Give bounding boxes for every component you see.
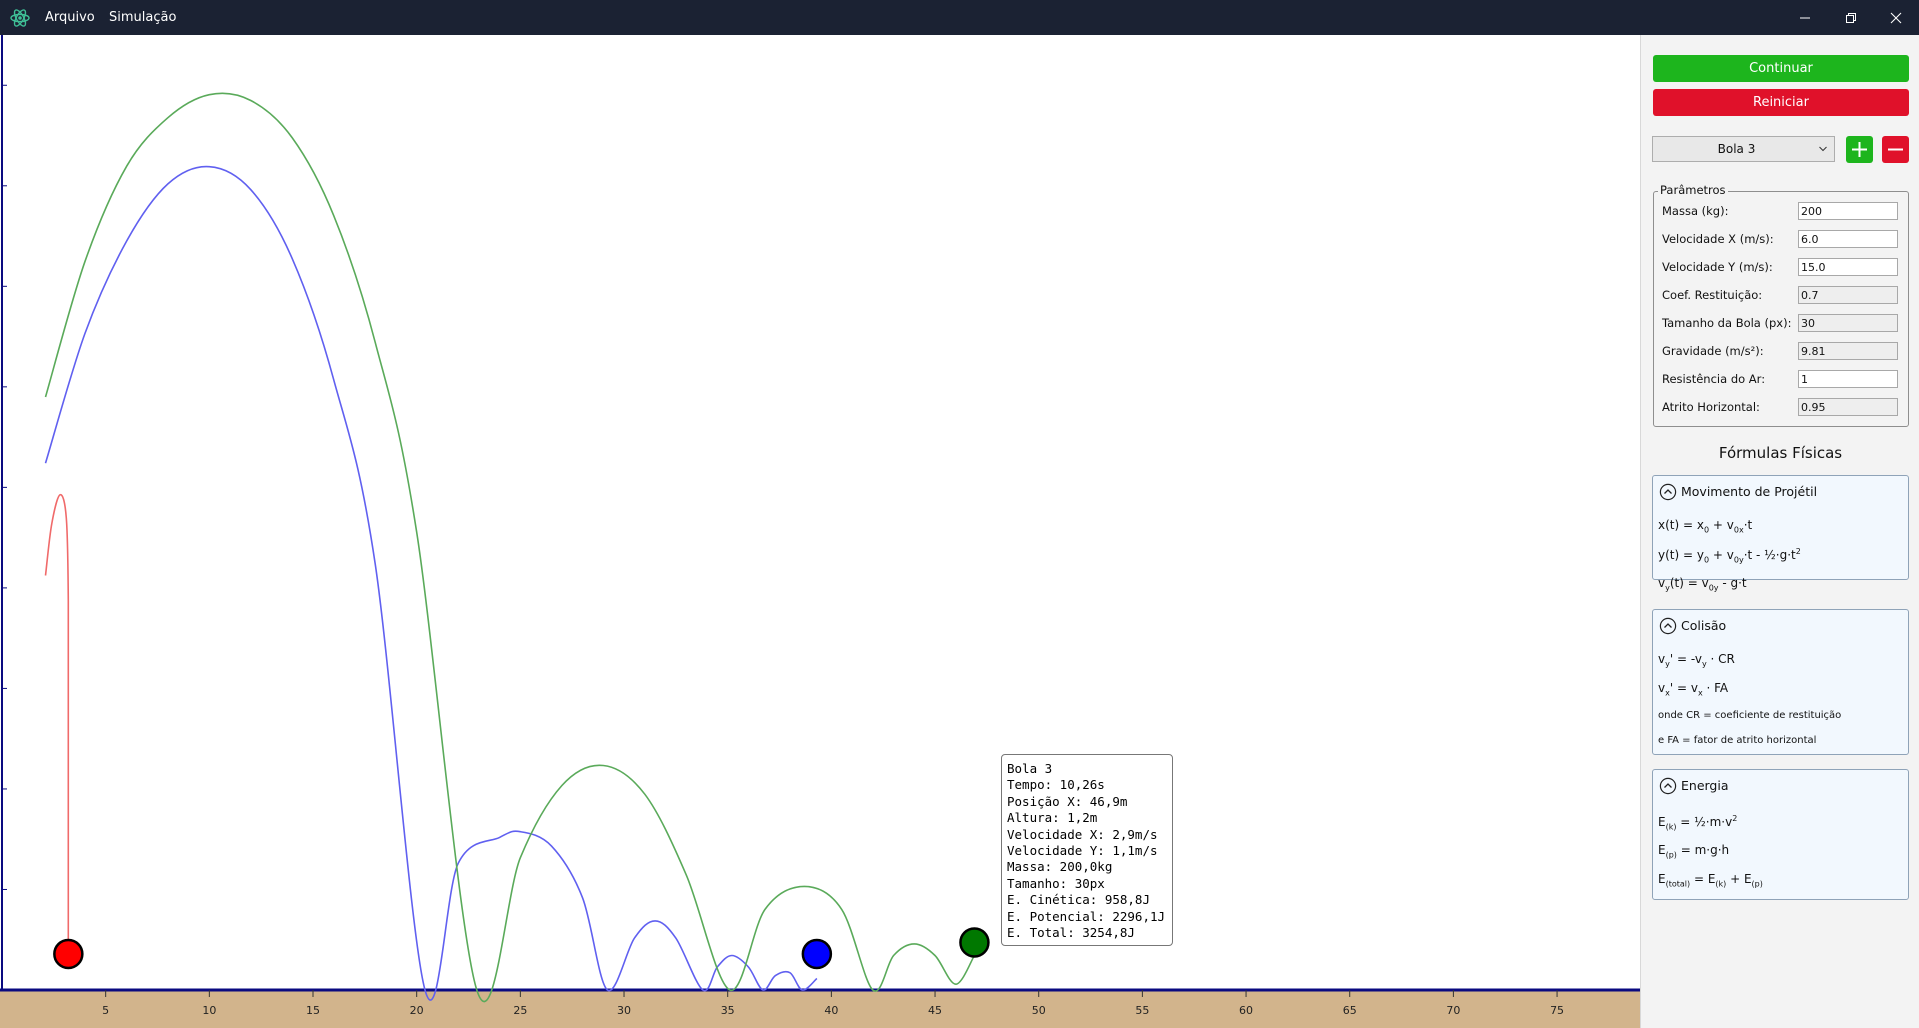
x-tick-label: 55 [1135, 1004, 1149, 1017]
x-tick-label: 30 [617, 1004, 631, 1017]
restore-icon [1846, 13, 1856, 23]
minimize-button[interactable] [1782, 0, 1828, 35]
minus-icon [1888, 148, 1903, 151]
continue-button[interactable]: Continuar [1653, 55, 1909, 82]
minimize-icon [1800, 17, 1810, 19]
parameters-legend: Parâmetros [1658, 183, 1728, 197]
tooltip-line: Tempo: 10,26s [1007, 777, 1105, 793]
tooltip-line: Posição X: 46,9m [1007, 793, 1128, 809]
x-tick-label: 15 [306, 1004, 320, 1017]
atom-icon [10, 9, 30, 27]
tooltip-line: E. Potencial: 2296,1J [1007, 908, 1166, 924]
ball-select-value: Bola 3 [1717, 142, 1756, 156]
x-tick-label: 65 [1343, 1004, 1357, 1017]
tooltip-line: Altura: 1,2m [1007, 810, 1098, 826]
param-label: Coef. Restituição: [1662, 288, 1763, 302]
param-label: Velocidade Y (m/s): [1662, 260, 1773, 274]
menu-simulacao[interactable]: Simulação [109, 0, 176, 35]
formula-card-title: Movimento de Projétil [1681, 484, 1818, 499]
param-label: Velocidade X (m/s): [1662, 232, 1774, 246]
menu-arquivo[interactable]: Arquivo [45, 0, 95, 35]
tooltip-title: Bola 3 [1007, 761, 1053, 776]
formula-card-energy: Energia E(k) = ½·m·v2 E(p) = m·g·h E(tot… [1652, 769, 1909, 900]
ball-2 [801, 938, 833, 970]
x-tick-label: 45 [928, 1004, 942, 1017]
formula-card-title: Energia [1681, 778, 1729, 793]
ball-select[interactable]: Bola 3 [1652, 136, 1835, 162]
x-tick-label: 35 [721, 1004, 735, 1017]
formula-card-collision: Colisão vy' = -vy · CR vx' = vx · FA ond… [1652, 609, 1909, 755]
formulas-title: Fórmulas Físicas [1718, 444, 1843, 462]
restore-button[interactable] [1828, 0, 1874, 35]
formula-position-y: y(t) = y0 + v0y·t - ½·g·t2 [1658, 547, 1801, 565]
formula-total-energy: E(total) = E(k) + E(p) [1658, 872, 1763, 889]
param-row: Massa (kg): [1654, 202, 1910, 222]
formula-collision-vx: vx' = vx · FA [1658, 681, 1729, 698]
x-tick-label: 20 [410, 1004, 424, 1017]
ground [0, 990, 1640, 1028]
param-row: Coef. Restituição: [1654, 286, 1910, 306]
param-input[interactable] [1798, 230, 1898, 248]
remove-ball-button[interactable] [1882, 136, 1909, 163]
formula-note-cr: onde CR = coeficiente de restituição [1658, 710, 1842, 721]
param-input[interactable] [1798, 202, 1898, 220]
parameters-group: Parâmetros Massa (kg): Velocidade X (m/s)… [1653, 183, 1910, 427]
add-ball-button[interactable] [1846, 136, 1873, 163]
formula-kinetic-energy: E(k) = ½·m·v2 [1658, 814, 1738, 832]
param-input[interactable] [1798, 342, 1898, 360]
tooltip-line: Velocidade Y: 1,1m/s [1007, 843, 1158, 859]
param-row: Atrito Horizontal: [1654, 398, 1910, 418]
collapse-icon [1659, 777, 1677, 795]
param-row: Tamanho da Bola (px): [1654, 314, 1910, 334]
simulation-canvas: 5 10 15 20 25 30 35 40 45 50 55 60 65 70 75 [0, 35, 1640, 1028]
x-tick-label: 75 [1550, 1004, 1564, 1017]
param-row: Resistência do Ar: [1654, 370, 1910, 390]
x-tick-label: 60 [1239, 1004, 1253, 1017]
tooltip-line: Velocidade X: 2,9m/s [1007, 826, 1158, 842]
close-icon [1890, 12, 1902, 24]
ball-1 [53, 938, 84, 970]
tooltip-line: Massa: 200,0kg [1007, 859, 1113, 875]
tooltip-line: E. Total: 3254,8J [1007, 925, 1135, 941]
x-tick-label: 70 [1446, 1004, 1460, 1017]
param-label: Massa (kg): [1662, 204, 1729, 218]
chevron-down-icon [1819, 146, 1827, 152]
param-row: Gravidade (m/s²): [1654, 342, 1910, 362]
formula-collision-vy: vy' = -vy · CR [1658, 652, 1735, 669]
restart-button[interactable]: Reiniciar [1653, 89, 1909, 116]
param-row: Velocidade Y (m/s): [1654, 258, 1910, 278]
tooltip-line: Tamanho: 30px [1007, 875, 1105, 891]
ball-3 [959, 927, 990, 958]
formula-card-projectile: Movimento de Projétil x(t) = x0 + v0x·t … [1652, 475, 1909, 592]
tooltip-line: E. Cinética: 958,8J [1007, 892, 1150, 908]
x-tick-label: 50 [1032, 1004, 1046, 1017]
param-label: Tamanho da Bola (px): [1662, 316, 1792, 330]
formula-potential-energy: E(p) = m·g·h [1658, 843, 1730, 860]
ball-info-tooltip: Bola 3 Tempo: 10,26s Posição X: 46,9m Altur… [1001, 754, 1173, 946]
x-tick-label: 5 [102, 1004, 109, 1017]
control-panel: Continuar Reiniciar Bola 3 Parâmetros Ma… [1640, 35, 1919, 1028]
x-tick-label: 25 [513, 1004, 527, 1017]
param-input[interactable] [1798, 258, 1898, 276]
plus-icon [1852, 142, 1867, 157]
close-button[interactable] [1873, 0, 1919, 35]
param-input[interactable] [1798, 398, 1898, 416]
plot-background [0, 35, 1640, 990]
param-label: Gravidade (m/s²): [1662, 344, 1764, 358]
formula-card-title: Colisão [1681, 618, 1727, 633]
param-row: Velocidade X (m/s): [1654, 230, 1910, 250]
x-tick-label: 40 [824, 1004, 838, 1017]
formula-note-fa: e FA = fator de atrito horizontal [1658, 735, 1817, 746]
title-bar: Arquivo Simulação [0, 0, 1919, 35]
param-label: Atrito Horizontal: [1662, 400, 1760, 414]
param-input[interactable] [1798, 286, 1898, 304]
param-label: Resistência do Ar: [1662, 372, 1766, 386]
param-input[interactable] [1798, 314, 1898, 332]
x-tick-label: 10 [202, 1004, 216, 1017]
formula-velocity-y: vy(t) = v0y - g·t [1658, 576, 1747, 593]
formula-position-x: x(t) = x0 + v0x·t [1658, 518, 1753, 535]
param-input[interactable] [1798, 370, 1898, 388]
collapse-icon [1659, 483, 1677, 501]
collapse-icon [1659, 617, 1677, 635]
